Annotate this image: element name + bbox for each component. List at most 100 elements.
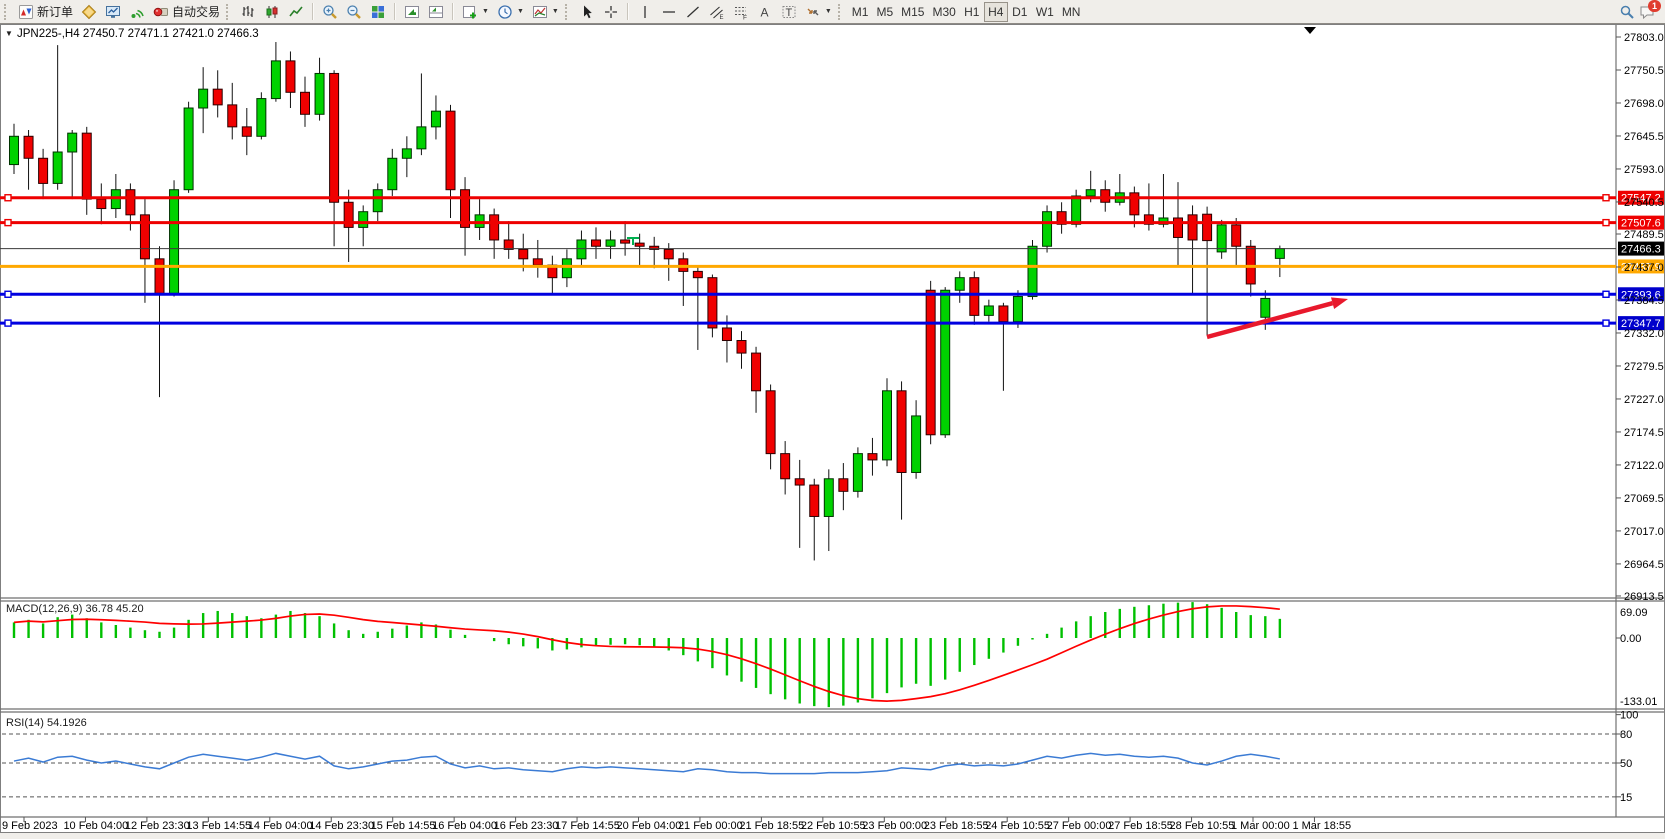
hline-handle[interactable] [1603,220,1609,226]
trendline-tool-button[interactable] [681,2,705,22]
periods-button[interactable]: ▼ [493,2,528,22]
bar-chart-mode-button[interactable] [236,2,260,22]
price-line-label: 27466.3 [1621,244,1661,256]
text-label-icon: T [781,4,797,20]
template-icon [532,4,548,20]
bar-chart-icon [240,4,256,20]
search-button[interactable] [1615,2,1639,22]
candle [184,102,193,193]
chart-title: JPN225-,H4 27450.7 27471.1 27421.0 27466… [17,28,259,40]
candlestick-mode-button[interactable] [260,2,284,22]
rsi-axis-label: 80 [1620,729,1632,741]
indicator-list-expander-icon[interactable]: ▼ [5,29,13,38]
timeframe-m1-button[interactable]: M1 [848,2,873,22]
time-tick-label: 22 Feb 10:55 [801,820,866,832]
macd-axis-label: 0.00 [1620,633,1641,645]
price-tick-label: 27540.5 [1624,197,1664,209]
chevron-down-icon: ▼ [825,8,832,15]
price-tick-label: 27698.0 [1624,98,1664,110]
hline-handle[interactable] [5,195,11,201]
cursor-icon [579,4,595,20]
gold-diamond-icon [81,4,97,20]
auto-trading-button[interactable]: 自动交易 [149,2,224,22]
svg-text:E: E [719,15,723,20]
chart-window: 69.090.00-133.01 100805015 27547.227507.… [0,24,1665,839]
equidistant-channel-icon: E [709,4,725,20]
mql5-button[interactable] [77,2,101,22]
candlestick-icon [264,4,280,20]
time-tick-label: 21 Feb 18:55 [739,820,804,832]
timeframe-mn-button[interactable]: MN [1058,2,1085,22]
market-watch-button[interactable] [101,2,125,22]
timeframe-m15-button[interactable]: M15 [897,2,928,22]
search-icon [1619,4,1635,20]
fibonacci-tool-button[interactable]: F [729,2,753,22]
pane-arrow-up-icon [404,4,420,20]
toolbar-separator [312,3,314,20]
notification-badge: 1 [1648,0,1661,12]
candle [883,378,892,466]
vertical-line-icon [637,4,653,20]
time-tick-label: 16 Feb 23:30 [494,820,559,832]
timeframe-d1-button[interactable]: D1 [1008,2,1032,22]
chat-button[interactable]: 1 [1639,4,1655,20]
candle [257,92,266,139]
tile-windows-button[interactable] [366,2,390,22]
chevron-down-icon: ▼ [482,8,489,15]
crosshair-tool-button[interactable] [599,2,623,22]
trendline-icon [685,4,701,20]
toolbar-grip [4,4,10,20]
time-tick-label: 1 Mar 18:55 [1292,820,1351,832]
macd-label: MACD(12,26,9) 36.78 45.20 [6,603,144,615]
svg-text:F: F [743,14,747,20]
horizontal-line-tool-button[interactable] [657,2,681,22]
timeframe-w1-button[interactable]: W1 [1032,2,1058,22]
templates-button[interactable]: ▼ [528,2,563,22]
hline-handle[interactable] [1603,291,1609,297]
zoom-in-icon [322,4,338,20]
price-tick-label: 27437.0 [1624,262,1664,274]
time-tick-label: 9 Feb 2023 [2,820,58,832]
indicator-window-button[interactable] [424,2,448,22]
zoom-in-button[interactable] [318,2,342,22]
timeframe-h4-button[interactable]: H4 [984,2,1008,22]
channel-tool-button[interactable]: E [705,2,729,22]
chart-canvas[interactable]: 69.090.00-133.01 100805015 27547.227507.… [0,24,1665,839]
hline-handle[interactable] [5,220,11,226]
new-order-button[interactable]: 新订单 [14,2,77,22]
time-tick-label: 23 Feb 00:00 [862,820,927,832]
time-tick-label: 17 Feb 14:55 [555,820,620,832]
data-window-button[interactable] [400,2,424,22]
zoom-out-button[interactable] [342,2,366,22]
hline-handle[interactable] [5,291,11,297]
text-tool-button[interactable]: A [753,2,777,22]
timeframe-h1-button[interactable]: H1 [960,2,984,22]
time-tick-label: 15 Feb 14:55 [371,820,436,832]
horizontal-line-icon [661,4,677,20]
time-tick-label: 27 Feb 00:00 [1047,820,1112,832]
hline-handle[interactable] [5,320,11,326]
timeframe-m5-button[interactable]: M5 [872,2,897,22]
hline-handle[interactable] [1603,195,1609,201]
time-tick-label: 20 Feb 04:00 [617,820,682,832]
price-tick-label: 27384.5 [1624,295,1664,307]
timeframe-m30-button[interactable]: M30 [928,2,959,22]
svg-text:T: T [785,7,792,19]
time-tick-label: 1 Mar 00:00 [1231,820,1290,832]
line-chart-mode-button[interactable] [284,2,308,22]
svg-text:A: A [760,5,768,19]
candle [853,447,862,497]
toolbar-separator [452,3,454,20]
cursor-tool-button[interactable] [575,2,599,22]
add-indicator-button[interactable]: ▼ [458,2,493,22]
text-label-tool-button[interactable]: T [777,2,801,22]
signals-button[interactable] [125,2,149,22]
toolbar: 新订单 自动交易 [0,0,1665,24]
arrows-tool-button[interactable]: ▼ [801,2,836,22]
macd-axis-label: -133.01 [1620,696,1657,708]
hline-handle[interactable] [1603,320,1609,326]
time-tick-label: 28 Feb 10:55 [1170,820,1235,832]
clock-icon [497,4,513,20]
vertical-line-tool-button[interactable] [633,2,657,22]
line-chart-icon [288,4,304,20]
